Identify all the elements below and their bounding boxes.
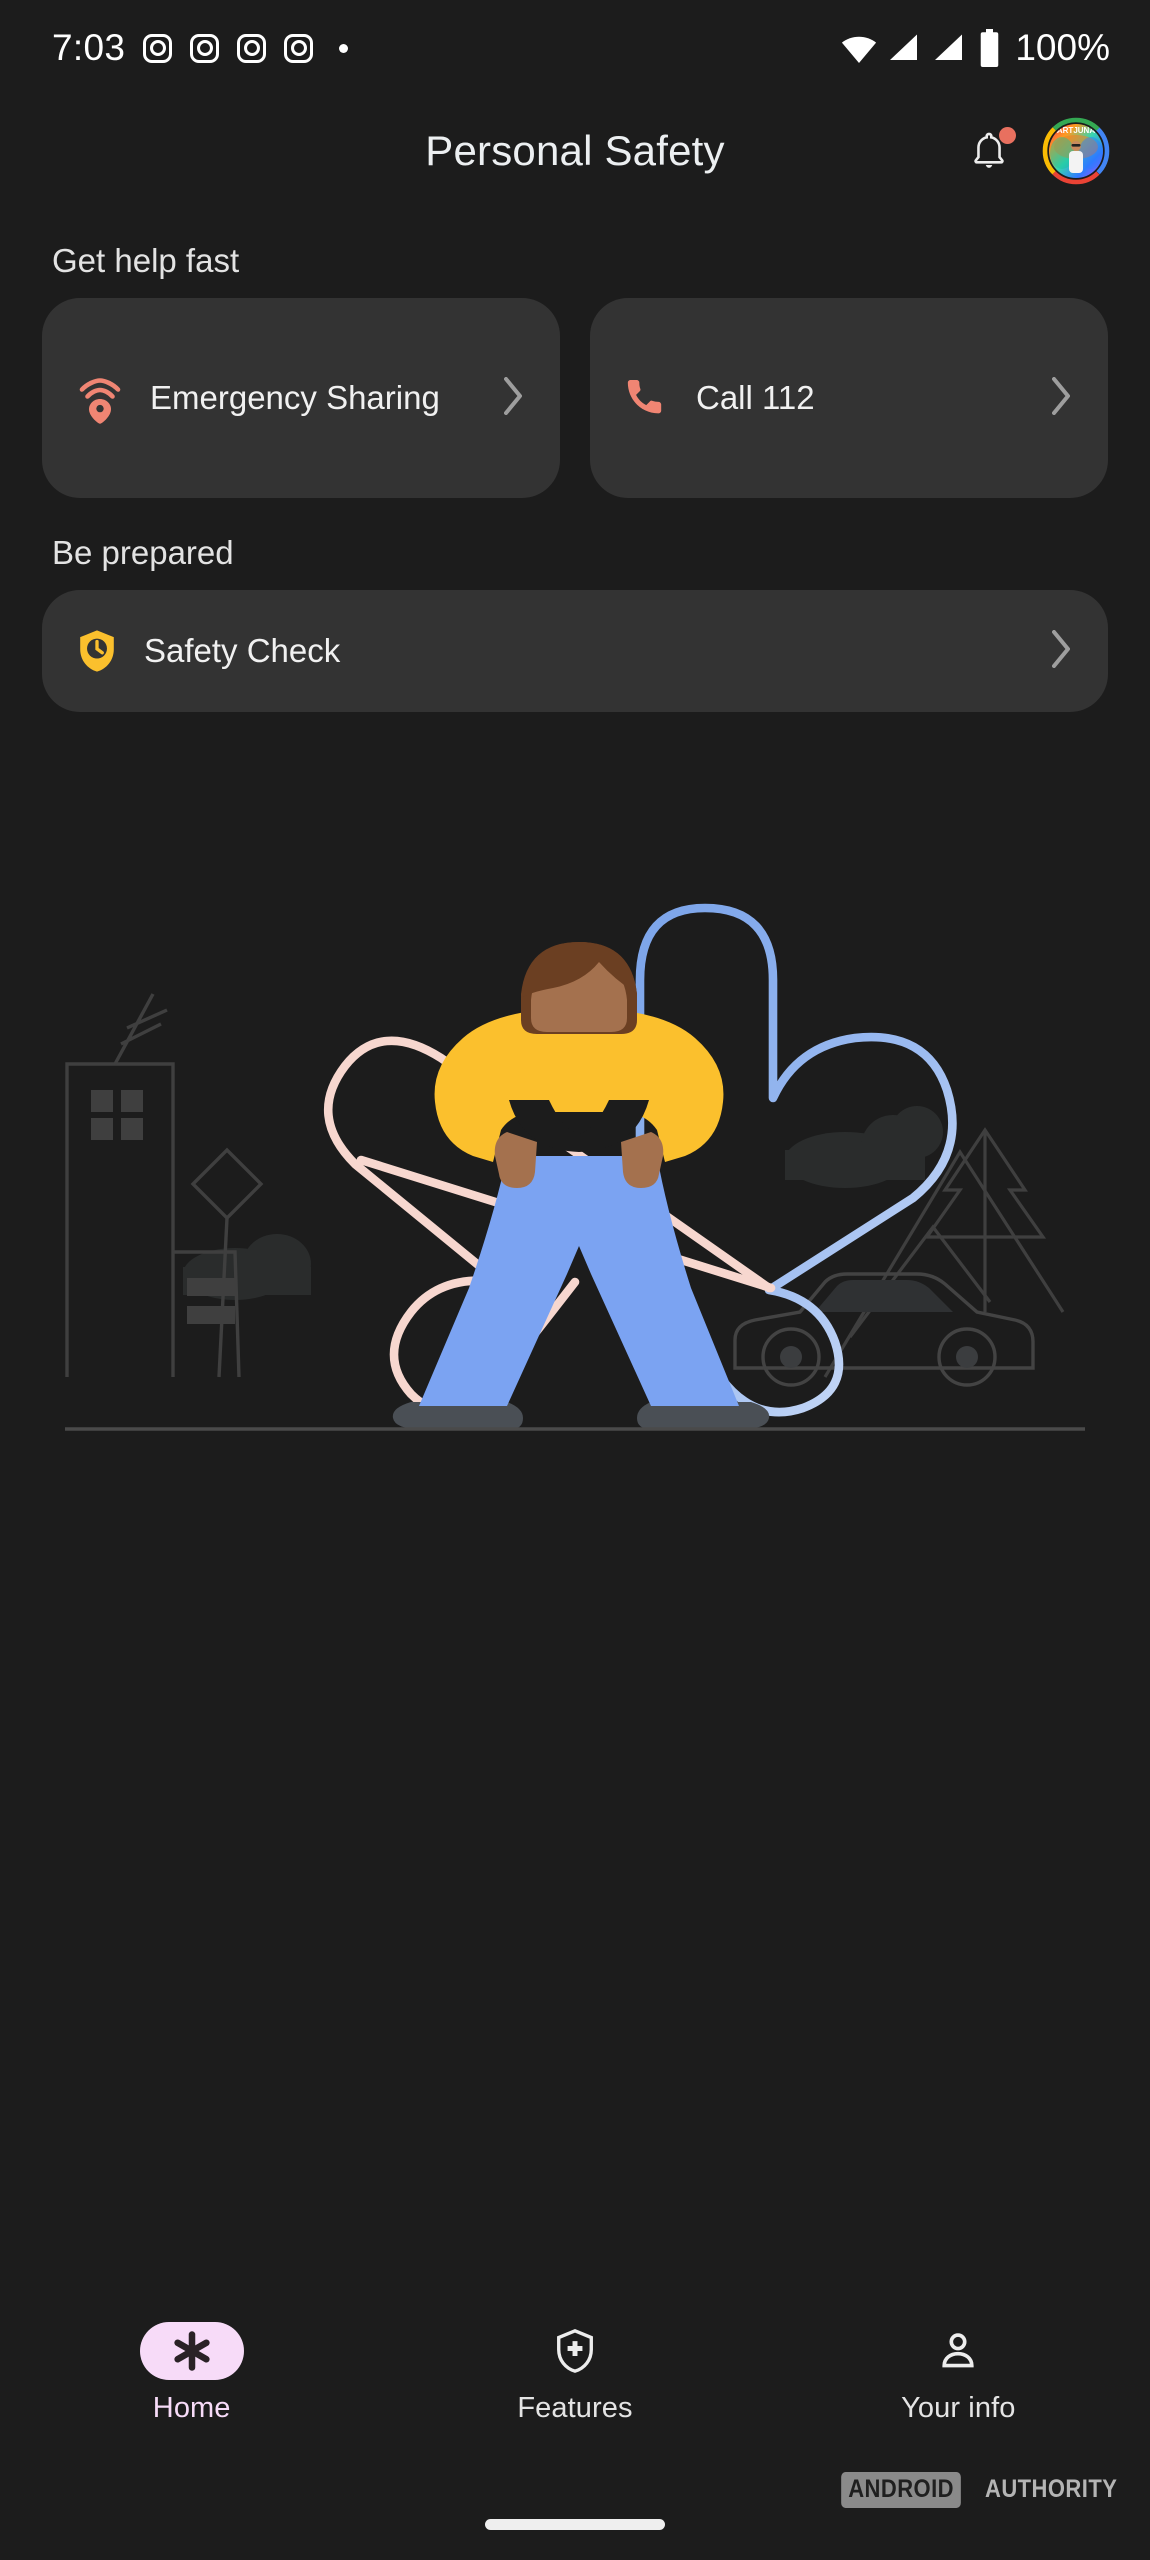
shield-plus-icon — [557, 2329, 593, 2373]
instagram-icon — [143, 33, 173, 63]
wifi-icon — [842, 36, 877, 64]
emergency-sharing-card[interactable]: Emergency Sharing — [42, 298, 560, 498]
nav-item-your-info[interactable]: Your info — [767, 2322, 1150, 2425]
chevron-right-icon — [500, 373, 528, 424]
chevron-right-icon — [1048, 373, 1076, 424]
chevron-right-icon — [1048, 626, 1076, 677]
be-prepared-row: Safety Check — [42, 590, 1108, 712]
person-icon — [942, 2333, 974, 2368]
person-safety-illustration — [65, 903, 1085, 1431]
status-bar-clock: 7:03 — [52, 27, 126, 68]
status-bar-right: 100% — [840, 27, 1110, 69]
section-title-be-prepared: Be prepared — [52, 534, 234, 571]
shield-clock-icon — [76, 628, 118, 674]
battery-percentage: 100% — [1015, 27, 1110, 68]
nav-item-features[interactable]: Features — [383, 2322, 766, 2425]
status-bar-left: 7:03 — [52, 27, 349, 69]
cellular-signal-icon — [890, 34, 918, 60]
nav-features-pill — [523, 2322, 627, 2380]
notifications-button[interactable] — [966, 127, 1016, 174]
app-bar-actions: ARTJUNA — [966, 117, 1110, 185]
nav-your-info-label: Your info — [901, 2392, 1016, 2424]
bottom-navigation: Home Features Your info — [0, 2314, 1150, 2464]
get-help-fast-row: Emergency Sharing Call 112 — [42, 298, 1108, 498]
app-bar: Personal Safety ARTJUNA — [0, 96, 1150, 206]
main-content: Get help fast Emergency Sharing Call 112… — [0, 242, 1150, 1432]
nav-your-info-pill — [906, 2322, 1010, 2380]
watermark: ANDROID AUTHORITY — [833, 2472, 1127, 2508]
instagram-icon — [237, 33, 267, 63]
call-emergency-card[interactable]: Call 112 — [590, 298, 1108, 498]
section-title-get-help-fast: Get help fast — [52, 242, 240, 279]
nav-home-label: Home — [152, 2392, 231, 2424]
illustration-container — [42, 812, 1108, 1432]
battery-full-icon — [981, 29, 999, 67]
safety-check-label: Safety Check — [144, 631, 341, 669]
gesture-navigation-bar[interactable] — [485, 2519, 665, 2530]
avatar[interactable]: ARTJUNA — [1042, 117, 1110, 185]
nav-features-label: Features — [517, 2392, 633, 2424]
watermark-text: AUTHORITY — [984, 2475, 1117, 2503]
watermark-box-text: ANDROID — [840, 2472, 961, 2508]
cellular-signal-icon — [935, 34, 963, 60]
emergency-sharing-icon — [76, 372, 124, 424]
nav-item-home[interactable]: Home — [0, 2322, 383, 2425]
emergency-sharing-label: Emergency Sharing — [150, 378, 440, 416]
instagram-icon — [190, 33, 220, 63]
notifications-badge — [999, 127, 1016, 144]
avatar-image: ARTJUNA — [1042, 117, 1110, 185]
svg-text:ARTJUNA: ARTJUNA — [1057, 126, 1095, 135]
overflow-dot-icon — [339, 43, 349, 53]
nav-home-pill — [139, 2322, 244, 2380]
safety-check-card[interactable]: Safety Check — [42, 590, 1108, 712]
phone-icon — [624, 375, 670, 421]
call-emergency-label: Call 112 — [696, 378, 815, 416]
instagram-icon — [284, 33, 314, 63]
asterisk-safety-icon — [174, 2331, 210, 2371]
status-bar: 7:03 100% — [0, 0, 1150, 96]
